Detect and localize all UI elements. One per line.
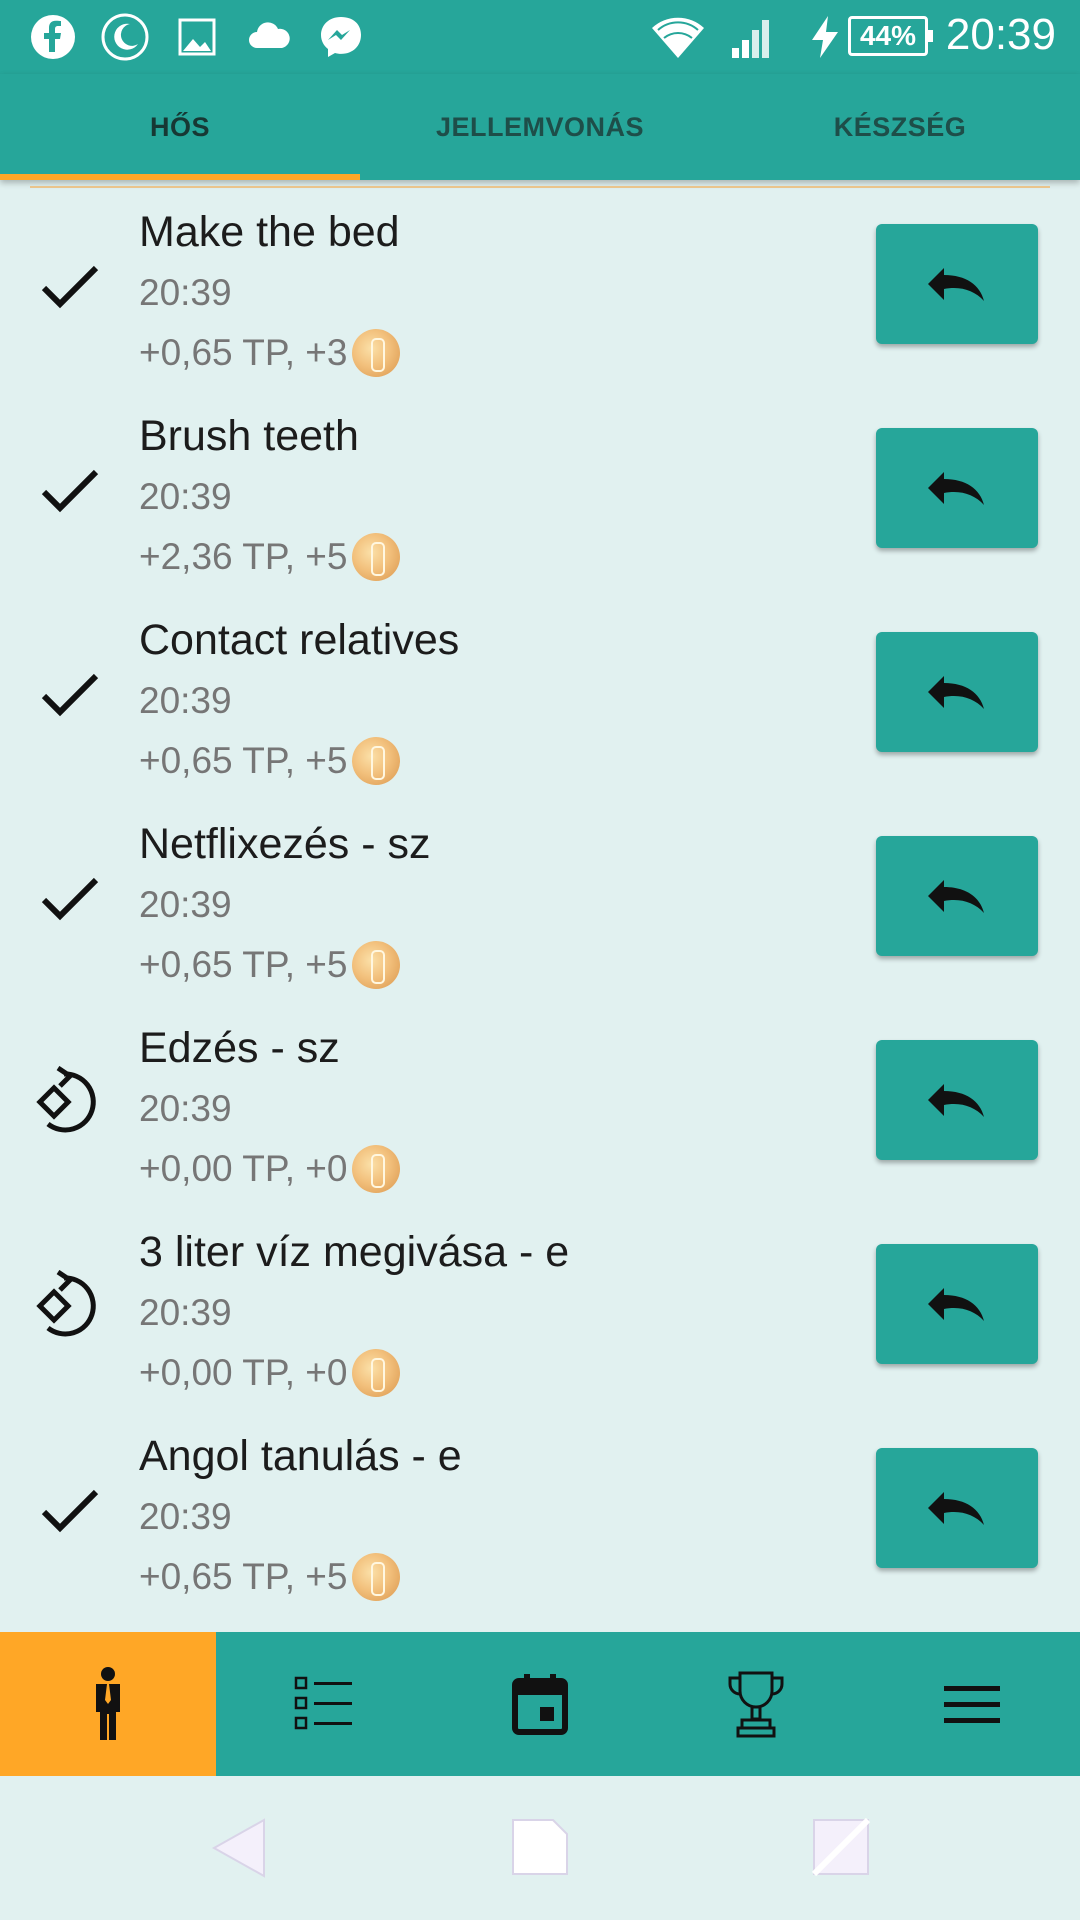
reward-text: +0,65 TP, +3	[139, 332, 348, 373]
signal-icon	[732, 20, 769, 58]
reward-text: +0,00 TP, +0	[139, 1352, 348, 1393]
gold-coin-icon	[351, 1553, 400, 1601]
task-time: 20:39	[139, 272, 232, 313]
undo-button[interactable]	[876, 1448, 1038, 1568]
gallery-icon	[178, 18, 216, 56]
check-icon	[41, 673, 99, 717]
gold-coin-icon	[351, 1349, 400, 1397]
undo-icon	[928, 880, 984, 913]
status-bar: 44% 20:39	[0, 0, 1080, 74]
reward-text: +0,00 TP, +0	[139, 1148, 348, 1189]
undo-button[interactable]	[876, 428, 1038, 548]
tab-hero[interactable]: HŐS	[0, 74, 360, 180]
nav-achievements[interactable]	[648, 1632, 864, 1776]
gold-coin-icon	[351, 1145, 400, 1193]
night-mode-icon	[101, 13, 149, 61]
list-item: Brush teeth 20:39 +2,36 TP, +5	[0, 394, 1080, 598]
reward-text: +0,65 TP, +5	[139, 1556, 348, 1597]
undo-button[interactable]	[876, 632, 1038, 752]
task-title: Contact relatives	[139, 616, 460, 664]
tab-traits[interactable]: JELLEMVONÁS	[360, 74, 720, 180]
task-title: Brush teeth	[139, 412, 359, 460]
trophy-icon	[728, 1671, 784, 1738]
undo-button[interactable]	[876, 224, 1038, 344]
undo-icon	[928, 472, 984, 505]
home-icon[interactable]	[505, 1812, 575, 1882]
nav-tasks[interactable]	[216, 1632, 432, 1776]
task-time: 20:39	[139, 680, 232, 721]
task-title: Angol tanulás - e	[139, 1432, 462, 1480]
list-item: Angol tanulás - e 20:39 +0,65 TP, +5	[0, 1414, 1080, 1618]
battery-icon: 44%	[848, 16, 933, 56]
list-item: 3 liter víz megivása - e 20:39 +0,00 TP,…	[0, 1210, 1080, 1414]
back-icon[interactable]	[206, 1812, 276, 1882]
undo-button[interactable]	[876, 836, 1038, 956]
calendar-icon	[512, 1674, 568, 1735]
wifi-icon	[652, 17, 704, 58]
charging-icon	[812, 16, 838, 58]
list-item: Edzés - sz 20:39 +0,00 TP, +0	[0, 1006, 1080, 1210]
gold-coin-icon	[351, 533, 400, 581]
task-time: 20:39	[139, 1292, 232, 1333]
divider	[30, 186, 1050, 188]
task-time: 20:39	[139, 884, 232, 925]
gold-coin-icon	[351, 737, 400, 785]
list-item: Contact relatives 20:39 +0,65 TP, +5	[0, 598, 1080, 802]
tab-bar: HŐS JELLEMVONÁS KÉSZSÉG	[0, 74, 1080, 180]
task-reward: +0,65 TP, +5	[139, 940, 400, 990]
gold-coin-icon	[351, 941, 400, 989]
list-item: Make the bed 20:39 +0,65 TP, +3	[0, 190, 1080, 394]
skip-icon	[36, 1270, 96, 1337]
check-icon	[41, 265, 99, 309]
nav-menu[interactable]	[864, 1632, 1080, 1776]
task-time: 20:39	[139, 1088, 232, 1129]
tab-skills[interactable]: KÉSZSÉG	[720, 74, 1080, 180]
task-reward: +0,00 TP, +0	[139, 1348, 400, 1398]
reward-text: +0,65 TP, +5	[139, 740, 348, 781]
undo-icon	[928, 1492, 984, 1525]
task-time: 20:39	[139, 1496, 232, 1537]
menu-icon	[944, 1686, 1000, 1723]
undo-icon	[928, 676, 984, 709]
nav-hero[interactable]	[0, 1632, 216, 1776]
task-title: Netflixezés - sz	[139, 820, 431, 868]
task-title: 3 liter víz megivása - e	[139, 1228, 570, 1276]
cloud-icon	[249, 22, 290, 48]
facebook-icon	[31, 15, 75, 59]
task-title: Make the bed	[139, 208, 400, 256]
hero-person-icon	[96, 1667, 120, 1740]
skip-icon	[36, 1066, 96, 1133]
reward-text: +0,65 TP, +5	[139, 944, 348, 985]
list-item: Netflixezés - sz 20:39 +0,65 TP, +5	[0, 802, 1080, 1006]
completed-tasks-list: Make the bed 20:39 +0,65 TP, +3 Brush te…	[0, 190, 1080, 1618]
undo-button[interactable]	[876, 1040, 1038, 1160]
task-time: 20:39	[139, 476, 232, 517]
check-icon	[41, 1489, 99, 1533]
reward-text: +2,36 TP, +5	[139, 536, 348, 577]
task-reward: +0,65 TP, +5	[139, 1552, 400, 1602]
undo-icon	[928, 268, 984, 301]
check-icon	[41, 469, 99, 513]
task-title: Edzés - sz	[139, 1024, 340, 1072]
status-time: 20:39	[945, 10, 1056, 59]
system-navigation-bar	[0, 1776, 1080, 1920]
check-icon	[41, 877, 99, 921]
task-reward: +0,65 TP, +3	[139, 328, 400, 378]
task-list-icon	[294, 1676, 352, 1730]
undo-button[interactable]	[876, 1244, 1038, 1364]
recents-icon[interactable]	[806, 1812, 876, 1882]
undo-icon	[928, 1084, 984, 1117]
gold-coin-icon	[351, 329, 400, 377]
task-reward: +0,00 TP, +0	[139, 1144, 400, 1194]
nav-calendar[interactable]	[432, 1632, 648, 1776]
task-reward: +2,36 TP, +5	[139, 532, 400, 582]
tab-indicator	[0, 174, 360, 180]
bottom-navigation	[0, 1632, 1080, 1776]
undo-icon	[928, 1288, 984, 1321]
messenger-icon	[321, 17, 361, 57]
task-reward: +0,65 TP, +5	[139, 736, 400, 786]
